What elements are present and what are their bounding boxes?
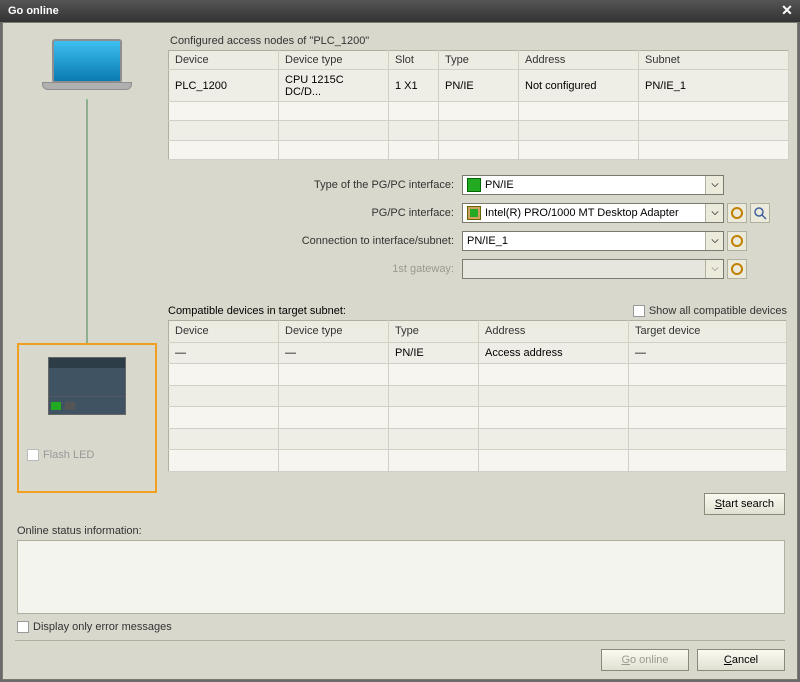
col-slot: Slot xyxy=(389,51,439,70)
flash-led-checkbox: Flash LED xyxy=(19,449,155,461)
error-only-checkbox[interactable]: Display only error messages xyxy=(17,621,172,633)
plc-device-icon xyxy=(48,357,126,415)
flash-led-label: Flash LED xyxy=(43,449,94,461)
col-type: Type xyxy=(389,321,479,343)
window-title: Go online xyxy=(8,5,59,17)
pgpc-interface-label: PG/PC interface: xyxy=(168,207,462,219)
col-subnet: Subnet xyxy=(639,51,789,70)
col-addr: Address xyxy=(519,51,639,70)
target-device-pane: Flash LED xyxy=(17,343,157,493)
configured-table[interactable]: Device Device type Slot Type Address Sub… xyxy=(168,50,789,160)
gateway-config-button xyxy=(727,259,747,279)
type-interface-select[interactable]: PN/IE xyxy=(462,175,724,195)
col-device: Device xyxy=(169,321,279,343)
connection-label: Connection to interface/subnet: xyxy=(168,235,462,247)
pgpc-interface-select[interactable]: Intel(R) PRO/1000 MT Desktop Adapter xyxy=(462,203,724,223)
show-all-checkbox[interactable]: Show all compatible devices xyxy=(633,305,787,317)
status-list[interactable] xyxy=(17,540,785,614)
compatible-section: Compatible devices in target subnet: Sho… xyxy=(168,305,787,472)
nic-icon xyxy=(467,206,481,220)
table-row[interactable]: PLC_1200 CPU 1215C DC/D... 1 X1 PN/IE No… xyxy=(169,70,789,101)
col-target: Target device xyxy=(629,321,787,343)
search-interface-button[interactable] xyxy=(750,203,770,223)
table-row[interactable]: — — PN/IE Access address — xyxy=(169,342,787,364)
connection-select[interactable]: PN/IE_1 xyxy=(462,231,724,251)
dialog-content: Flash LED Configured access nodes of "PL… xyxy=(2,22,798,680)
configured-section: Configured access nodes of "PLC_1200" De… xyxy=(168,35,789,160)
status-label: Online status information: xyxy=(17,525,785,537)
titlebar: Go online ✕ xyxy=(0,0,800,22)
compatible-heading: Compatible devices in target subnet: xyxy=(168,305,346,317)
pnie-icon xyxy=(467,178,481,192)
pc-pane xyxy=(17,35,157,353)
divider xyxy=(15,640,785,641)
col-devtype: Device type xyxy=(279,51,389,70)
type-interface-label: Type of the PG/PC interface: xyxy=(168,179,462,191)
col-addr: Address xyxy=(479,321,629,343)
chevron-down-icon[interactable] xyxy=(705,176,723,194)
chevron-down-icon xyxy=(705,260,723,278)
close-icon[interactable]: ✕ xyxy=(778,3,796,19)
gateway-select xyxy=(462,259,724,279)
gateway-label: 1st gateway: xyxy=(168,263,462,275)
col-device: Device xyxy=(169,51,279,70)
go-online-button[interactable]: Go online xyxy=(601,649,689,671)
col-type: Type xyxy=(439,51,519,70)
laptop-icon xyxy=(42,39,132,99)
chevron-down-icon[interactable] xyxy=(705,232,723,250)
start-search-button[interactable]: Start search xyxy=(704,493,785,515)
compatible-table[interactable]: Device Device type Type Address Target d… xyxy=(168,320,787,472)
connection-line-icon xyxy=(86,99,88,353)
configure-interface-button[interactable] xyxy=(727,203,747,223)
cancel-button[interactable]: Cancel xyxy=(697,649,785,671)
footer-buttons: Go online Cancel xyxy=(601,649,785,671)
chevron-down-icon[interactable] xyxy=(705,204,723,222)
col-devtype: Device type xyxy=(279,321,389,343)
status-section: Online status information: xyxy=(17,525,785,614)
configured-heading: Configured access nodes of "PLC_1200" xyxy=(170,35,789,47)
interface-section: Type of the PG/PC interface: PN/IE PG/PC… xyxy=(168,173,787,285)
connection-config-button[interactable] xyxy=(727,231,747,251)
